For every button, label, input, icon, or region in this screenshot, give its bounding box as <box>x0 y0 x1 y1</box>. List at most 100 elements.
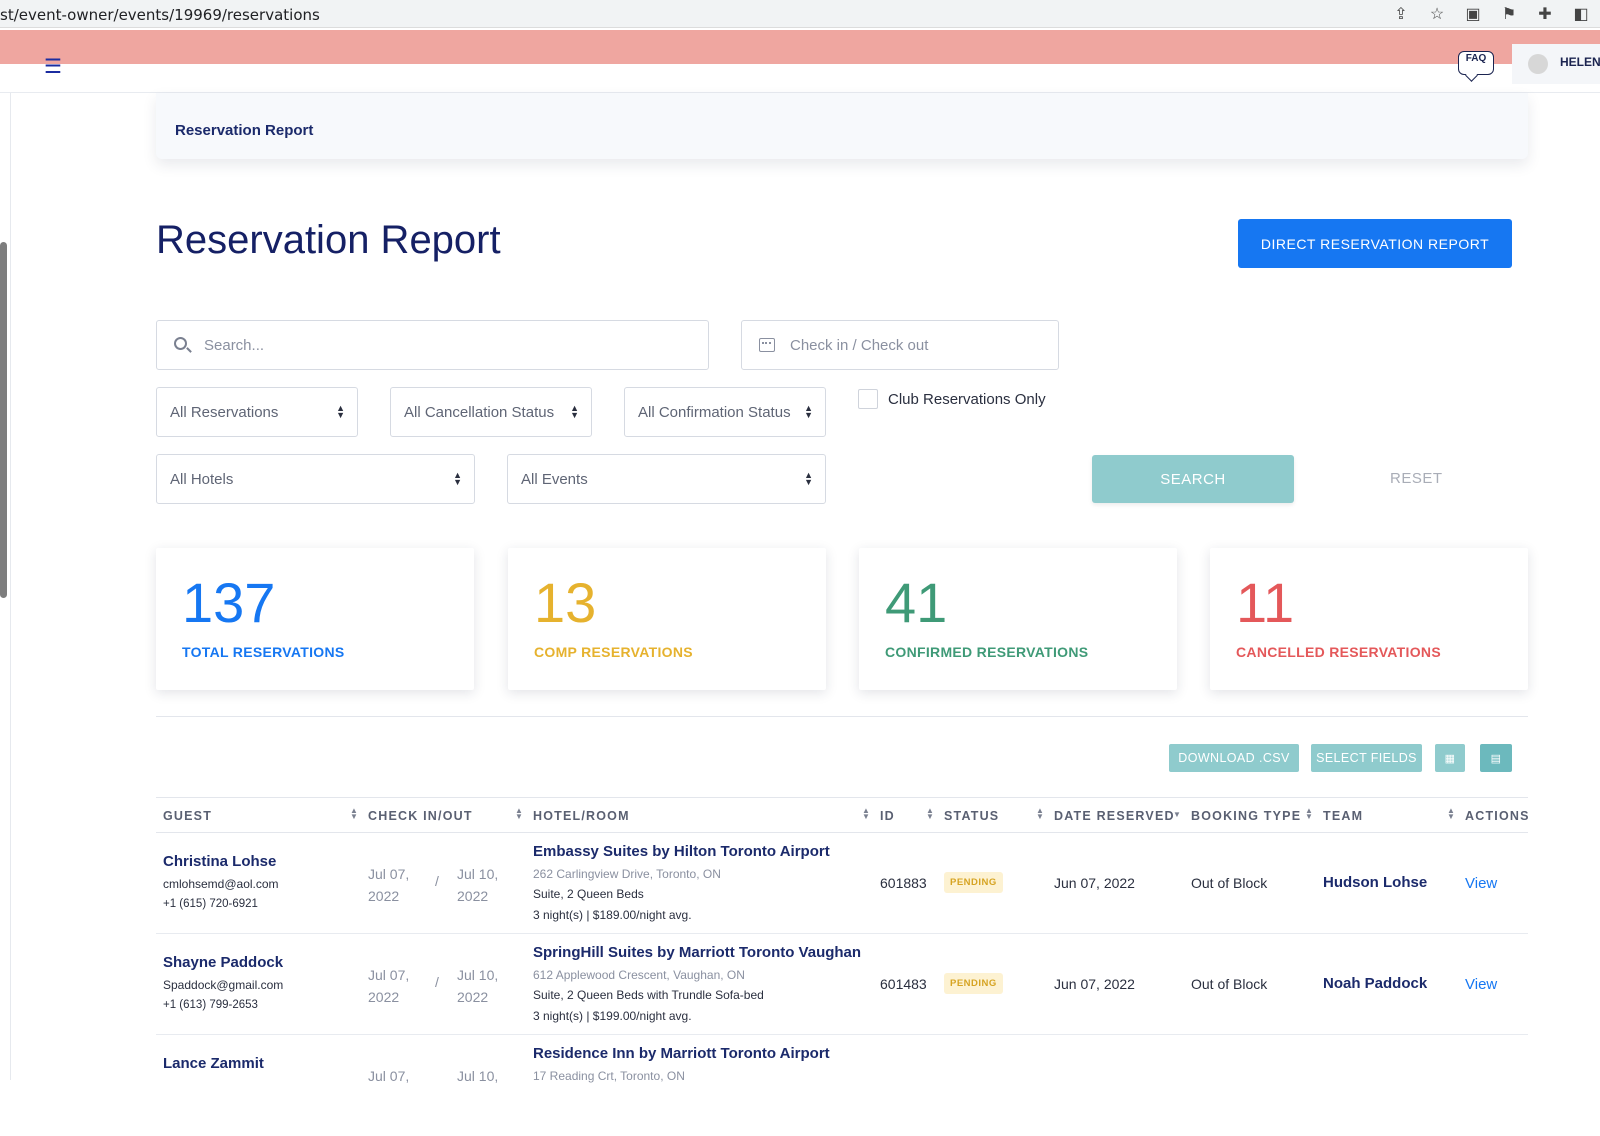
direct-reservation-report-button[interactable]: DIRECT RESERVATION REPORT <box>1238 219 1512 268</box>
cancellation-status-select[interactable]: All Cancellation Status ▲ ▼ <box>390 387 592 437</box>
hotel-name[interactable]: Residence Inn by Marriott Toronto Airpor… <box>533 1045 830 1062</box>
select-arrows-icon: ▲ ▼ <box>570 403 579 420</box>
check-in-date: Jul 07, <box>368 1065 409 1087</box>
guest-phone: +1 (613) 799-2653 <box>163 999 258 1011</box>
sort-icon[interactable]: ▲ ▼ <box>515 807 523 821</box>
view-link[interactable]: View <box>1465 976 1497 993</box>
grid-view-button[interactable]: ▦ <box>1435 744 1465 772</box>
stat-label: TOTAL RESERVATIONS <box>182 644 345 660</box>
puzzle-icon[interactable]: ✚ <box>1536 4 1554 24</box>
guest-email: Spaddock@gmail.com <box>163 978 284 992</box>
table-header: GUEST ▲ ▼ CHECK IN/OUT ▲ ▼ HOTEL/ROOM ▲ ▼ I… <box>156 797 1528 833</box>
column-header-team[interactable]: TEAM <box>1323 809 1363 823</box>
check-in-date: Jul 07, 2022 <box>368 964 409 1008</box>
team-name[interactable]: Noah Paddock <box>1323 975 1427 992</box>
flag-icon[interactable]: ⚑ <box>1500 4 1518 24</box>
stat-card-total: 137 TOTAL RESERVATIONS <box>156 548 474 690</box>
room-type: Suite, 2 Queen Beds with Trundle Sofa-be… <box>533 988 764 1002</box>
column-header-status[interactable]: STATUS <box>944 809 999 823</box>
stat-card-comp: 13 COMP RESERVATIONS <box>508 548 826 690</box>
check-in-year: 2022 <box>368 989 400 1005</box>
sort-desc-icon[interactable]: ▼ <box>1173 811 1181 819</box>
confirmation-status-select[interactable]: All Confirmation Status ▲ ▼ <box>624 387 826 437</box>
status-badge: PENDING <box>944 872 1003 893</box>
date-range-input[interactable]: Check in / Check out <box>741 320 1059 370</box>
calendar-icon <box>759 338 775 352</box>
stat-value: 11 <box>1236 571 1295 634</box>
column-header-booking-type[interactable]: BOOKING TYPE <box>1191 809 1301 823</box>
table-view-button[interactable]: ▤ <box>1480 744 1512 772</box>
faq-label: FAQ <box>1465 53 1487 64</box>
search-button[interactable]: SEARCH <box>1092 455 1294 503</box>
sort-icon[interactable]: ▲ ▼ <box>862 807 870 821</box>
hotel-name[interactable]: SpringHill Suites by Marriott Toronto Va… <box>533 944 861 961</box>
select-fields-button[interactable]: SELECT FIELDS <box>1311 744 1422 772</box>
extension-icon[interactable]: ▣ <box>1464 4 1482 24</box>
reservations-select[interactable]: All Reservations ▲ ▼ <box>156 387 358 437</box>
view-link[interactable]: View <box>1465 875 1497 892</box>
check-out-date: Jul 10, <box>457 1065 498 1087</box>
url-text[interactable]: st/event-owner/events/19969/reservations <box>0 6 320 24</box>
sort-icon[interactable]: ▲ ▼ <box>350 807 358 821</box>
scrollbar[interactable] <box>0 242 7 598</box>
check-out-date: Jul 10, 2022 <box>457 863 498 907</box>
sidebar-toggle-icon[interactable]: ◧ <box>1572 4 1590 24</box>
hotel-name[interactable]: Embassy Suites by Hilton Toronto Airport <box>533 843 830 860</box>
page-title: Reservation Report <box>156 218 501 262</box>
search-input[interactable]: Search... <box>156 320 709 370</box>
hotels-select[interactable]: All Hotels ▲ ▼ <box>156 454 475 504</box>
check-out-md: Jul 10, <box>457 967 499 983</box>
sort-icon[interactable]: ▲ ▼ <box>1036 807 1044 821</box>
share-icon[interactable]: ⇪ <box>1392 4 1410 24</box>
column-header-actions: ACTIONS <box>1465 809 1530 823</box>
user-menu[interactable]: HELEN <box>1512 44 1600 84</box>
hotel-address: 262 Carlingview Drive, Toronto, ON <box>533 867 721 881</box>
column-header-id[interactable]: ID <box>880 809 895 823</box>
guest-name[interactable]: Shayne Paddock <box>163 954 283 971</box>
guest-phone: +1 (615) 720-6921 <box>163 898 258 910</box>
reservations-select-value: All Reservations <box>170 404 279 421</box>
faq-icon[interactable]: FAQ <box>1458 51 1494 75</box>
column-header-guest[interactable]: GUEST <box>163 809 212 823</box>
check-in-md: Jul 07, <box>368 1068 410 1084</box>
check-in-md: Jul 07, <box>368 967 410 983</box>
search-icon <box>174 337 187 350</box>
nights-rate: 3 night(s) | $199.00/night avg. <box>533 1009 692 1023</box>
sort-icon[interactable]: ▲ ▼ <box>926 807 934 821</box>
guest-name[interactable]: Christina Lohse <box>163 853 276 870</box>
confirmation-select-value: All Confirmation Status <box>638 404 791 421</box>
room-type: Suite, 2 Queen Beds <box>533 887 644 901</box>
date-reserved: Jun 07, 2022 <box>1054 976 1135 992</box>
booking-type: Out of Block <box>1191 976 1268 992</box>
events-select-value: All Events <box>521 471 588 488</box>
club-reservations-checkbox[interactable] <box>858 389 878 409</box>
alert-strip <box>0 30 1600 64</box>
stat-label: CANCELLED RESERVATIONS <box>1236 644 1441 660</box>
stat-label: CONFIRMED RESERVATIONS <box>885 644 1089 660</box>
check-out-year: 2022 <box>457 888 489 904</box>
column-header-hotel-room[interactable]: HOTEL/ROOM <box>533 809 630 823</box>
sidebar-divider <box>10 93 11 1080</box>
sort-icon[interactable]: ▲ ▼ <box>1447 807 1455 821</box>
check-in-year: 2022 <box>368 888 400 904</box>
reset-button[interactable]: RESET <box>1390 470 1443 487</box>
nights-rate: 3 night(s) | $189.00/night avg. <box>533 908 692 922</box>
section-divider <box>156 716 1528 717</box>
guest-name[interactable]: Lance Zammit <box>163 1055 264 1072</box>
column-header-date-reserved[interactable]: DATE RESERVED <box>1054 809 1175 823</box>
download-csv-button[interactable]: DOWNLOAD .CSV <box>1169 744 1299 772</box>
bookmark-star-icon[interactable]: ☆ <box>1428 4 1446 24</box>
sort-icon[interactable]: ▲ ▼ <box>1305 807 1313 821</box>
date-placeholder: Check in / Check out <box>790 337 929 354</box>
column-header-checkinout[interactable]: CHECK IN/OUT <box>368 809 473 823</box>
stat-value: 41 <box>885 571 948 634</box>
hamburger-menu-icon[interactable]: ☰ <box>44 57 62 77</box>
breadcrumb-item[interactable]: Reservation Report <box>175 122 313 139</box>
booking-type: Out of Block <box>1191 875 1268 891</box>
team-name[interactable]: Hudson Lohse <box>1323 874 1427 891</box>
table-view-icon: ▤ <box>1490 753 1502 765</box>
hotel-address: 612 Applewood Crescent, Vaughan, ON <box>533 968 745 982</box>
events-select[interactable]: All Events ▲ ▼ <box>507 454 826 504</box>
reservation-id: 601483 <box>880 976 927 992</box>
browser-address-bar: st/event-owner/events/19969/reservations… <box>0 0 1600 28</box>
